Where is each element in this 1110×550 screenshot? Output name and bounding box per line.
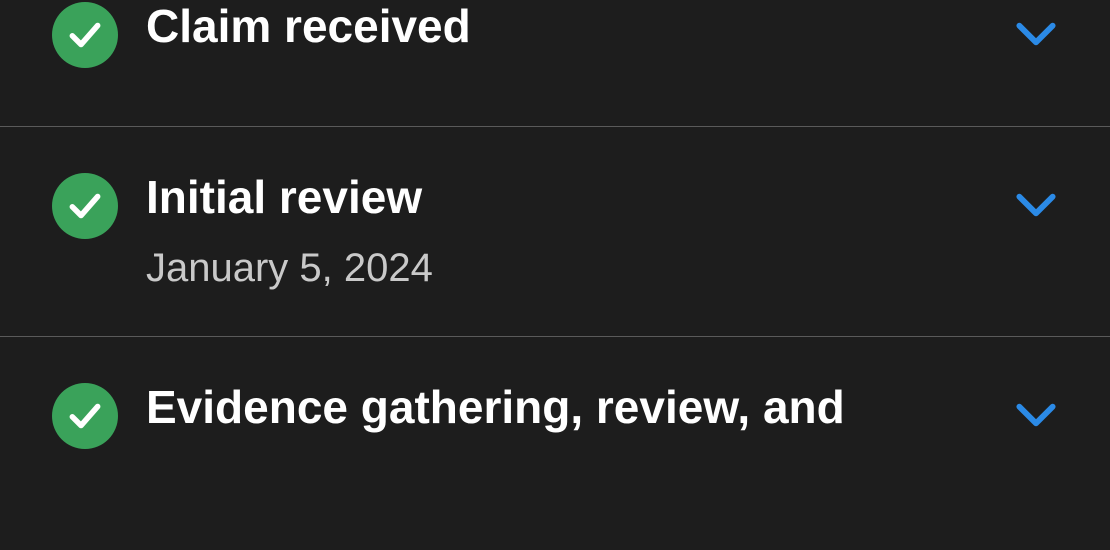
claim-status-list: Claim received Initial review January 5,… [0, 0, 1110, 497]
step-title: Initial review [146, 171, 994, 224]
check-icon [52, 173, 118, 239]
check-icon [52, 2, 118, 68]
check-icon [52, 383, 118, 449]
chevron-down-icon[interactable] [1014, 393, 1058, 437]
step-initial-review[interactable]: Initial review January 5, 2024 [0, 127, 1110, 337]
step-claim-received[interactable]: Claim received [0, 0, 1110, 127]
step-text: Claim received [146, 0, 994, 53]
step-text: Initial review January 5, 2024 [146, 171, 994, 292]
step-subtitle: January 5, 2024 [146, 244, 994, 292]
chevron-down-icon[interactable] [1014, 183, 1058, 227]
step-title: Evidence gathering, review, and [146, 381, 994, 434]
step-text: Evidence gathering, review, and [146, 381, 994, 434]
step-title: Claim received [146, 0, 994, 53]
step-evidence-gathering[interactable]: Evidence gathering, review, and [0, 337, 1110, 497]
chevron-down-icon[interactable] [1014, 12, 1058, 56]
